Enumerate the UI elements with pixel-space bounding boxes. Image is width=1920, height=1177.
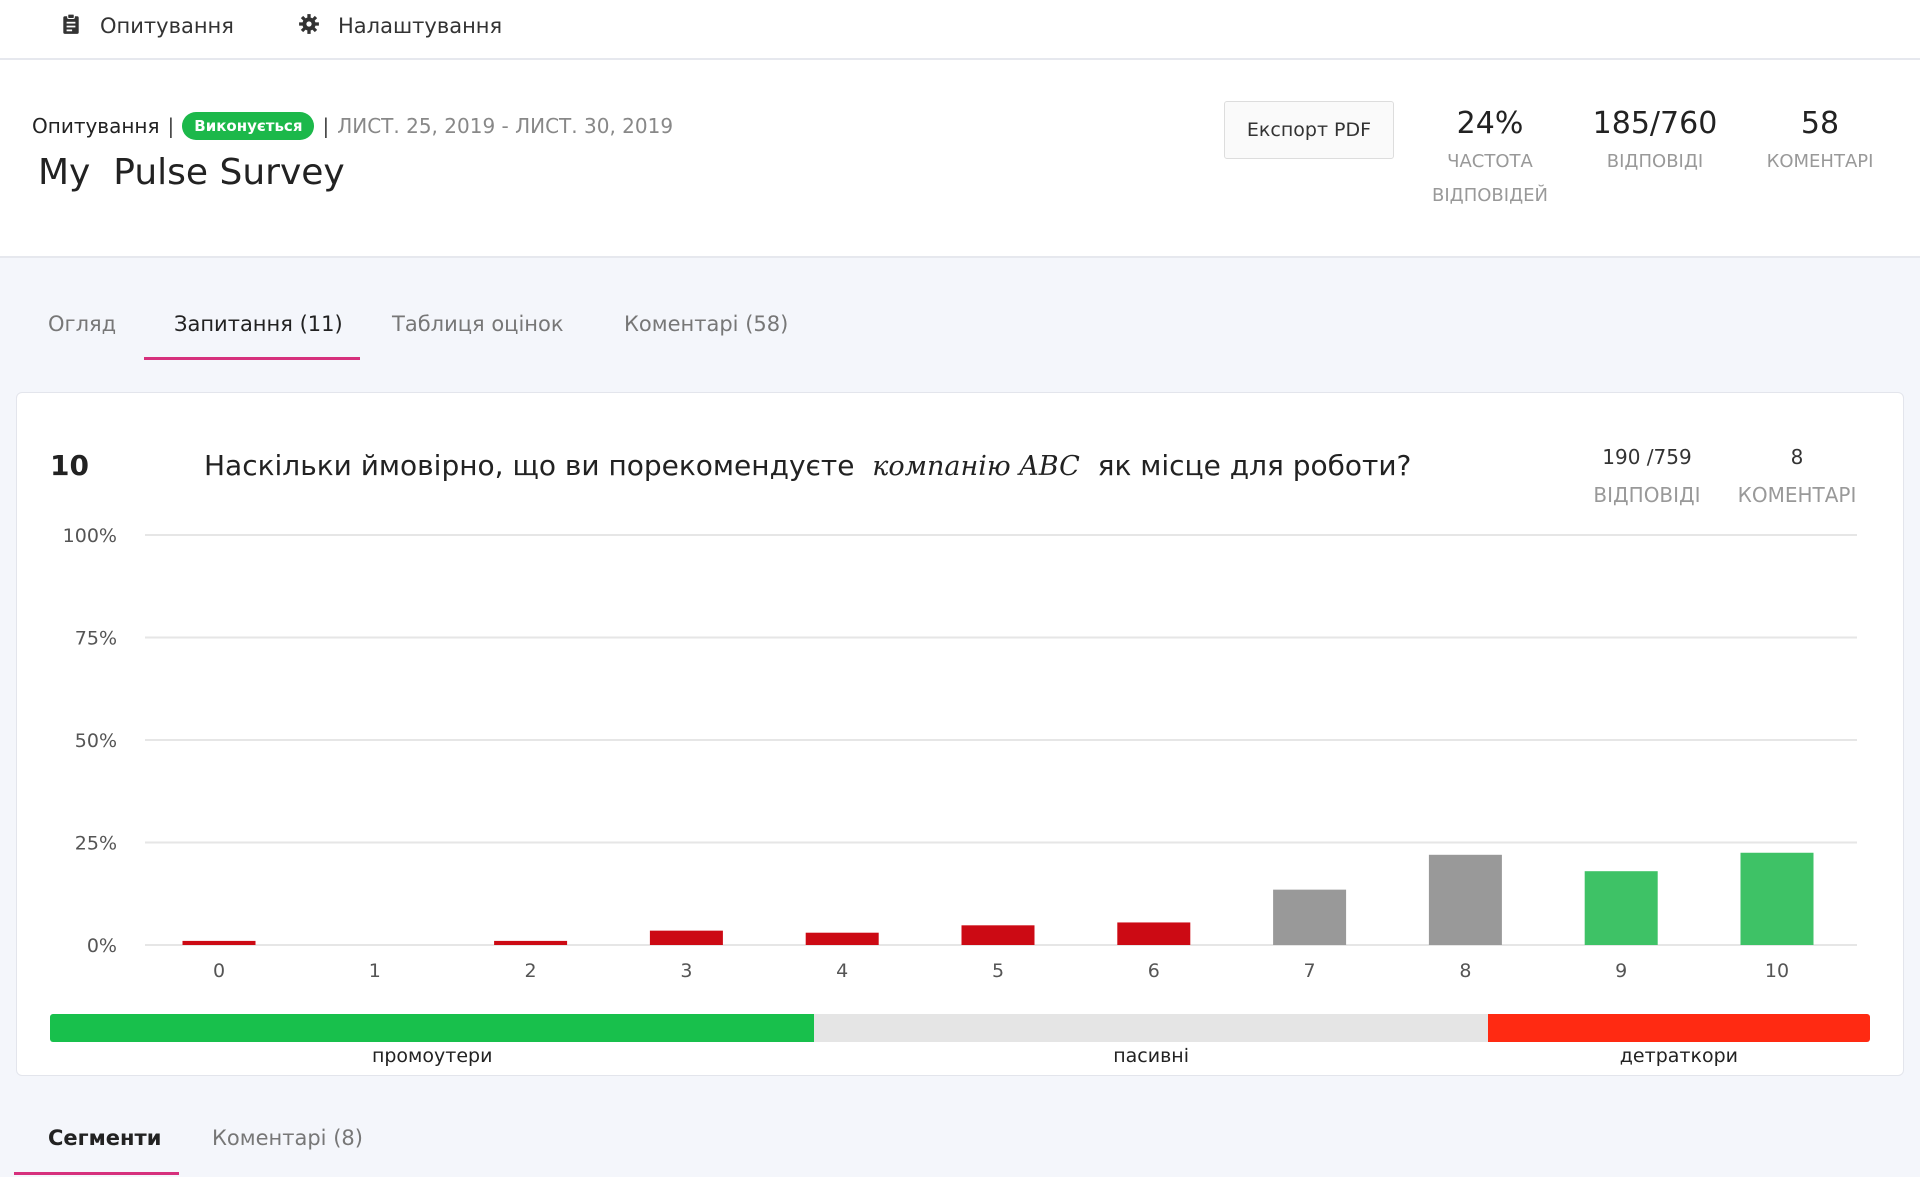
x-tick-label: 5 [992,960,1004,982]
gear-icon [298,13,320,40]
x-tick-label: 4 [836,960,848,982]
chart-bar [1740,852,1814,945]
top-navigation: Опитування Налаштування [0,0,1920,60]
nps-segment-label: детраткори [1619,1045,1738,1067]
x-tick-label: 3 [680,960,692,982]
tab-comments[interactable]: Коментарі (58) [624,312,788,336]
score-distribution-chart: 100% 75% 50% 25% 0% 0 1 2 3 4 5 6 7 8 9 10 [63,525,1857,982]
stat-comments: 58 КОМЕНТАРІ [1760,106,1880,179]
tab-overview[interactable]: Огляд [48,312,116,336]
tab-segments[interactable]: Сегменти [48,1126,161,1150]
chart-bar [494,940,568,945]
tab-score-table[interactable]: Таблиця оцінок [392,312,564,336]
x-tick-label: 10 [1765,960,1789,982]
breadcrumb-separator: | [167,114,175,138]
status-badge: Виконується [182,112,315,140]
y-tick-label: 50% [75,730,117,752]
stat-label: ЧАСТОТА [1447,151,1533,172]
question-responses-label: ВІДПОВІДІ [1593,483,1701,507]
nps-segment-bar [814,1014,1488,1042]
stat-value: 185/760 [1592,106,1718,141]
y-tick-label: 0% [87,935,117,957]
question-comments: 8 КОМЕНТАРІ [1732,445,1862,507]
x-tick-label: 8 [1459,960,1471,982]
question-company: компанію ABC [872,451,1080,482]
question-comments-value: 8 [1790,445,1804,469]
active-subtab-indicator [14,1172,179,1175]
question-text-part: як місце для роботи? [1097,449,1412,482]
chart-bar [1117,922,1191,945]
stat-label: ВІДПОВІДЕЙ [1432,185,1548,206]
stat-response-rate: 24% ЧАСТОТА ВІДПОВІДЕЙ [1420,106,1560,213]
breadcrumb-surveys[interactable]: Опитування [32,114,160,138]
page-title: My Pulse Survey [38,152,345,193]
question-card: 10 Наскільки ймовірно, що ви порекоменду… [16,392,1904,1076]
tab-questions[interactable]: Запитання (11) [174,312,343,336]
stat-value: 24% [1456,106,1524,141]
x-tick-label: 6 [1148,960,1160,982]
x-tick-label: 1 [369,960,381,982]
stat-label: ВІДПОВІДІ [1606,151,1704,172]
y-tick-label: 100% [63,525,117,547]
x-tick-label: 2 [525,960,537,982]
nav-settings[interactable]: Налаштування [298,8,502,44]
breadcrumb-separator: | [322,114,330,138]
nav-surveys[interactable]: Опитування [60,8,234,44]
clipboard-icon [60,13,82,40]
chart-bar [1273,889,1347,945]
export-pdf-button[interactable]: Експорт PDF [1224,101,1394,159]
y-tick-label: 25% [75,833,117,855]
active-tab-indicator [144,357,360,360]
y-tick-label: 75% [75,628,117,650]
question-text-part: Наскільки ймовірно, що ви порекомендуєте [204,449,855,482]
chart-bar [805,932,879,945]
question-number: 10 [50,449,89,482]
x-tick-label: 0 [213,960,225,982]
nav-surveys-label: Опитування [100,14,234,38]
breadcrumb: Опитування | Виконується | ЛИСТ. 25, 201… [32,112,673,140]
survey-header: Опитування | Виконується | ЛИСТ. 25, 201… [0,60,1920,258]
nps-segment-bar [50,1014,815,1042]
stat-value: 58 [1800,106,1840,141]
nps-segment-bar [1487,1014,1870,1042]
x-tick-label: 7 [1304,960,1316,982]
chart-bar [182,940,256,945]
question-responses: 190 /759 ВІДПОВІДІ [1577,445,1717,507]
stat-label: КОМЕНТАРІ [1766,151,1874,172]
survey-dates: ЛИСТ. 25, 2019 - ЛИСТ. 30, 2019 [337,114,674,138]
tab-question-comments[interactable]: Коментарі (8) [212,1126,363,1150]
nav-settings-label: Налаштування [338,14,503,38]
question-comments-label: КОМЕНТАРІ [1737,483,1857,507]
question-subtabs: Сегменти Коментарі (8) [0,1110,1920,1177]
chart-bar [1584,871,1658,945]
main-tabs: Огляд Запитання (11) Таблиця оцінок Коме… [0,300,1920,360]
stat-responses: 185/760 ВІДПОВІДІ [1590,106,1720,179]
x-tick-label: 9 [1615,960,1627,982]
question-text: Наскільки ймовірно, що ви порекомендуєте… [204,449,1411,482]
chart-bar [961,925,1035,945]
nps-segment-label: промоутери [371,1045,493,1067]
question-responses-value: 190 /759 [1602,445,1692,469]
chart-bar [649,930,723,945]
chart-bar [1428,854,1502,945]
nps-segment-label: пасивні [1113,1045,1189,1067]
